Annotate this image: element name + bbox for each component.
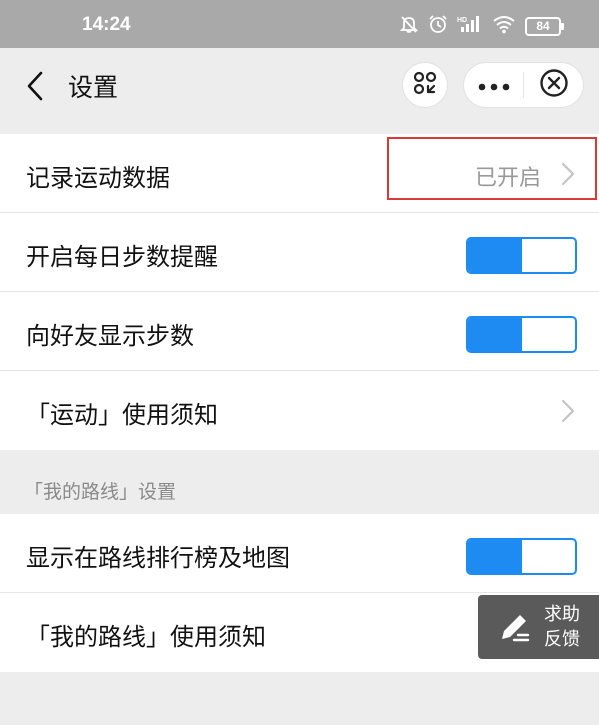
section-header: 「我的路线」设置 <box>24 481 177 503</box>
setting-label: 向好友显示步数 <box>26 322 194 350</box>
help-feedback-button[interactable]: 求助 反馈 <box>478 595 599 659</box>
daily-reminder-toggle[interactable] <box>466 237 577 274</box>
more-button[interactable] <box>464 63 523 107</box>
status-icons: HD 84 <box>399 14 564 38</box>
chevron-right-icon <box>561 399 575 423</box>
svg-text:HD: HD <box>457 17 467 24</box>
setting-label: 记录运动数据 <box>26 164 170 192</box>
toggle-fill <box>468 318 522 351</box>
wifi-icon <box>492 14 516 38</box>
setting-row-sport-notice[interactable]: 「运动」使用须知 <box>0 371 599 450</box>
edit-icon <box>496 609 532 645</box>
setting-label: 「运动」使用须知 <box>26 401 218 429</box>
setting-row-route-ranking: 显示在路线排行榜及地图 <box>0 514 599 593</box>
hd-signal-icon: HD <box>457 14 483 38</box>
highlight-box <box>387 137 597 200</box>
close-button[interactable] <box>524 63 583 107</box>
more-icon <box>478 76 510 95</box>
page-title: 设置 <box>68 73 119 102</box>
battery-icon: 84 <box>525 16 564 36</box>
scan-icon <box>412 70 438 100</box>
help-label-line1: 求助 <box>544 604 580 625</box>
capsule-menu <box>463 62 584 108</box>
back-icon[interactable] <box>24 70 48 102</box>
help-label-line2: 反馈 <box>544 629 580 650</box>
status-time: 14:24 <box>82 14 131 35</box>
nav-bar: 设置 <box>0 48 599 123</box>
route-ranking-toggle[interactable] <box>466 538 577 575</box>
status-bar: 14:24 HD 84 <box>0 0 599 48</box>
setting-label: 「我的路线」使用须知 <box>26 623 266 651</box>
setting-row-show-friends: 向好友显示步数 <box>0 292 599 371</box>
help-feedback-label: 求助 反馈 <box>544 602 580 652</box>
mute-icon <box>399 14 419 38</box>
setting-row-daily-reminder: 开启每日步数提醒 <box>0 213 599 292</box>
toggle-fill <box>468 239 522 272</box>
scan-button[interactable] <box>402 62 448 108</box>
alarm-icon <box>428 14 448 38</box>
close-icon <box>539 68 569 102</box>
setting-label: 显示在路线排行榜及地图 <box>26 544 290 572</box>
toggle-fill <box>468 540 522 573</box>
setting-label: 开启每日步数提醒 <box>26 243 218 271</box>
show-friends-toggle[interactable] <box>466 316 577 353</box>
